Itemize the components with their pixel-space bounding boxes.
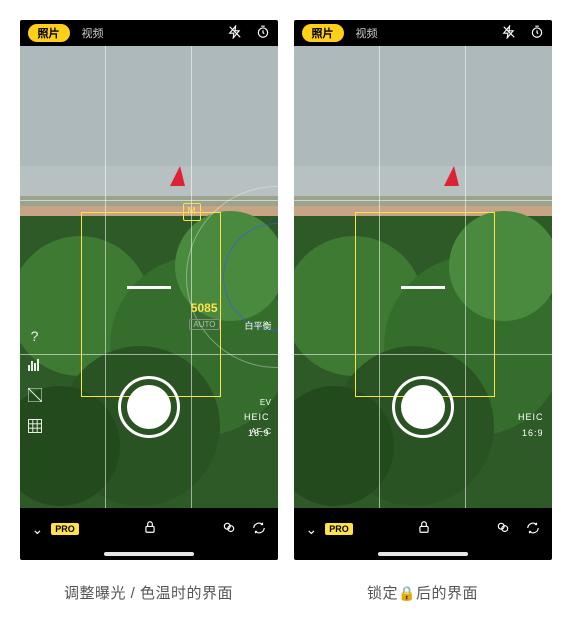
filters-icon[interactable] — [222, 521, 236, 538]
white-balance-label: 白平衡 — [244, 319, 271, 332]
tab-video[interactable]: 视频 — [82, 25, 104, 41]
kelvin-value: 5085 — [191, 301, 218, 315]
bottom-bar: ⌄ PRO — [294, 514, 552, 544]
timer-icon[interactable] — [256, 25, 270, 42]
viewfinder[interactable]: M 5085 AUTO 白平衡 ? EV AF-C HEIC — [20, 46, 278, 508]
panel-locked: 照片 视频 — [294, 20, 552, 603]
timer-icon[interactable] — [530, 25, 544, 42]
switch-camera-icon[interactable] — [526, 521, 540, 538]
pro-mode-chip[interactable]: PRO — [51, 523, 79, 535]
bottom-bar: ⌄ PRO — [20, 514, 278, 544]
dial-inner-ring — [223, 223, 278, 331]
top-bar: 照片 视频 — [20, 20, 278, 46]
pro-mode-chip[interactable]: PRO — [325, 523, 353, 535]
chevron-down-icon[interactable]: ⌄ — [306, 521, 318, 538]
home-indicator[interactable] — [104, 552, 194, 556]
lock-emoji-icon: 🔒 — [398, 585, 416, 601]
panel-adjusting: 照片 视频 — [20, 20, 278, 603]
viewfinder[interactable]: HEIC 16:9 — [294, 46, 552, 508]
top-bar: 照片 视频 — [294, 20, 552, 46]
tab-video[interactable]: 视频 — [356, 25, 378, 41]
shutter-button[interactable] — [392, 376, 454, 438]
flash-off-icon[interactable] — [228, 25, 242, 42]
chevron-down-icon[interactable]: ⌄ — [32, 521, 44, 538]
lock-icon[interactable] — [417, 520, 431, 539]
histogram-icon[interactable] — [28, 358, 42, 374]
auto-badge[interactable]: AUTO — [189, 319, 219, 330]
shutter-inner — [401, 385, 445, 429]
phone-screen-left: 照片 视频 — [20, 20, 278, 560]
shutter-button[interactable] — [118, 376, 180, 438]
level-indicator — [401, 286, 445, 289]
manual-mode-badge: M — [183, 203, 201, 221]
tab-photo[interactable]: 照片 — [302, 24, 344, 42]
caption-right: 锁定🔒后的界面 — [367, 582, 478, 603]
help-icon[interactable]: ? — [31, 328, 39, 344]
flash-off-icon[interactable] — [502, 25, 516, 42]
filters-icon[interactable] — [496, 521, 510, 538]
lock-icon[interactable] — [143, 520, 157, 539]
phone-screen-right: 照片 视频 — [294, 20, 552, 560]
shutter-inner — [127, 385, 171, 429]
switch-camera-icon[interactable] — [252, 521, 266, 538]
home-indicator[interactable] — [378, 552, 468, 556]
caption-left: 调整曝光 / 色温时的界面 — [64, 582, 233, 603]
tab-photo[interactable]: 照片 — [28, 24, 70, 42]
level-indicator — [127, 286, 171, 289]
focus-frame[interactable] — [355, 212, 494, 397]
